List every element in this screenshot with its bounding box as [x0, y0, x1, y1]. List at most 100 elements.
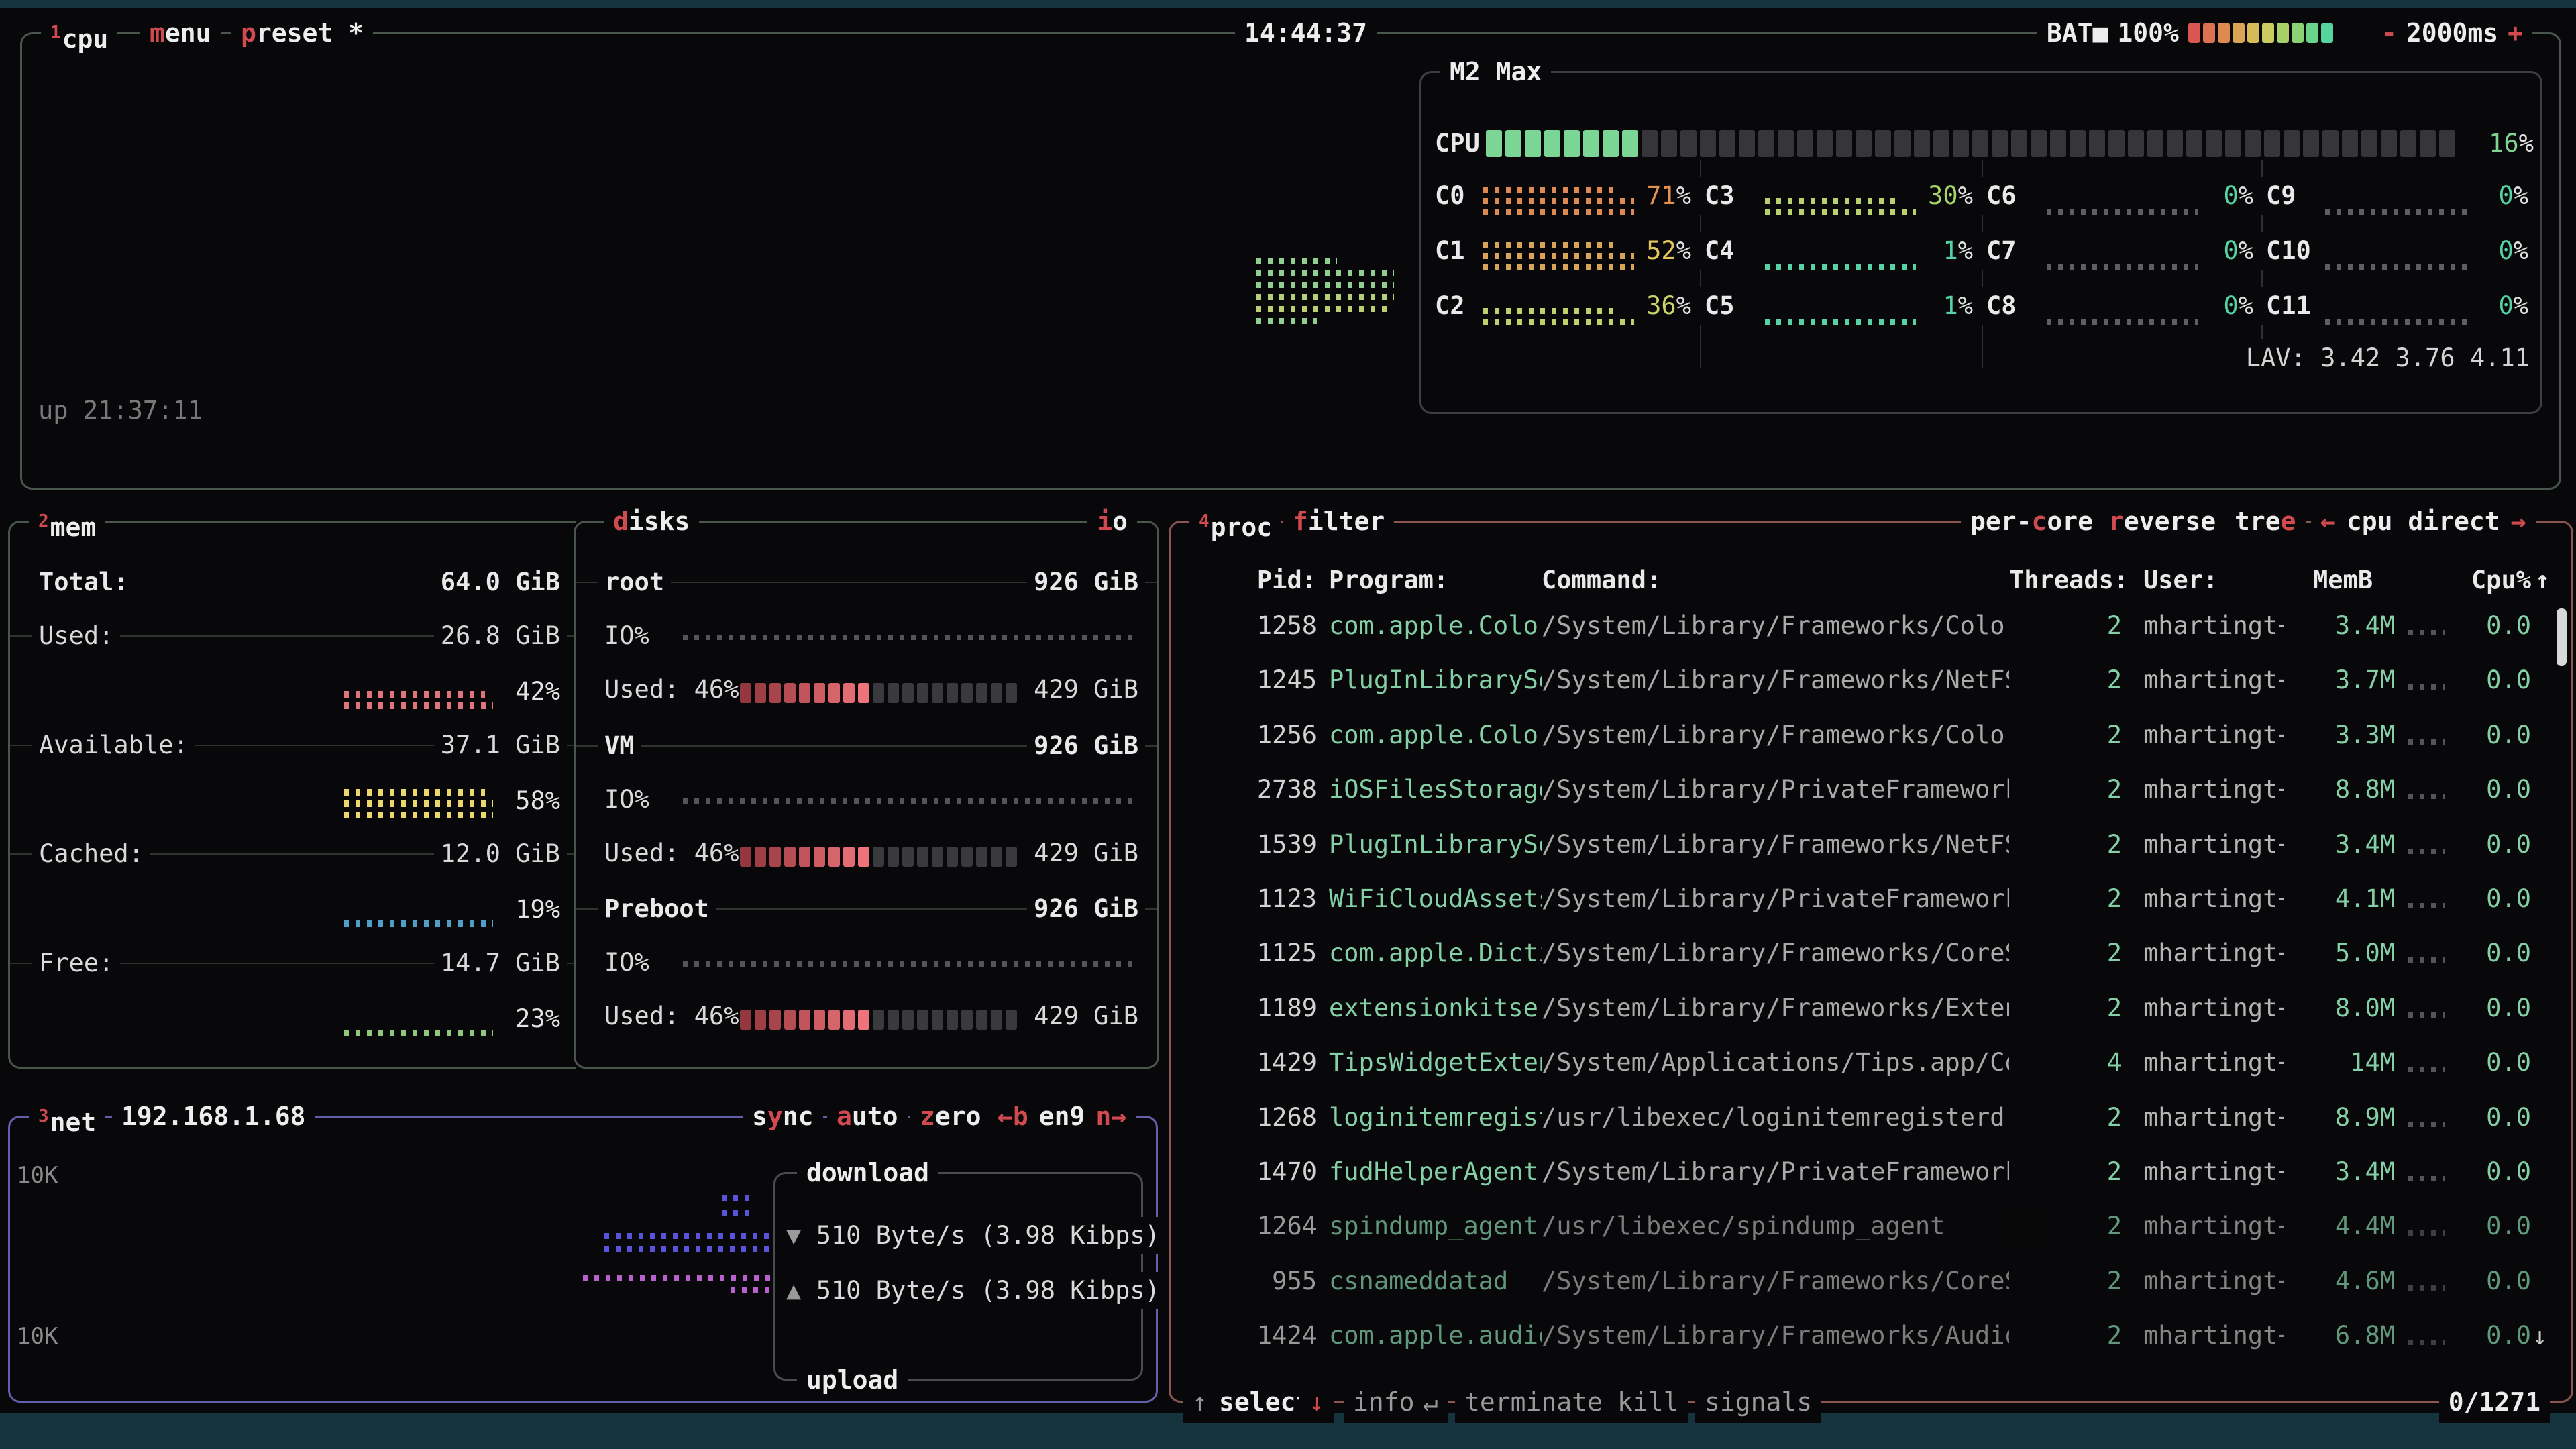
process-row[interactable]: 1256com.apple.ColorS/System/Library/Fram… — [1171, 716, 2571, 754]
upload-title: upload — [797, 1359, 908, 1401]
info-enter-icon: ↵ — [1413, 1381, 1448, 1423]
proc-mem: 3.4M — [2284, 607, 2395, 645]
graph-dots — [1765, 198, 1896, 204]
net-sync-button[interactable]: sync — [743, 1095, 823, 1137]
disk-meter-block — [917, 683, 928, 703]
disk-meter-block — [873, 847, 884, 867]
graph-dots — [344, 812, 498, 818]
core-label: C5 — [1698, 287, 1741, 325]
disk-meter-block — [976, 1010, 987, 1030]
select-down-button[interactable]: ↓ — [1299, 1381, 1334, 1423]
proc-tree-button[interactable]: tree — [2225, 500, 2306, 542]
tab-mem[interactable]: 2mem — [29, 500, 105, 542]
disk-meter-block — [932, 1010, 943, 1030]
disk-io-label: IO% — [598, 781, 656, 818]
mem-stat-percent: 58% — [493, 782, 567, 820]
core-usage: 0% — [2200, 287, 2253, 325]
proc-mem: 4.6M — [2284, 1263, 2395, 1300]
process-row[interactable]: 1268loginitemregiste/usr/libexec/loginit… — [1171, 1099, 2571, 1136]
process-row[interactable]: 1258com.apple.ColorS/System/Library/Fram… — [1171, 607, 2571, 645]
process-row[interactable]: 1245PlugInLibrarySer/System/Library/Fram… — [1171, 661, 2571, 699]
proc-percore-button[interactable]: per-core — [1961, 500, 2102, 542]
proc-threads: 2 — [2009, 661, 2122, 699]
disk-meter-block — [888, 1010, 899, 1030]
process-row[interactable]: 1539PlugInLibrarySer/System/Library/Fram… — [1171, 826, 2571, 863]
proc-pid: 1245 — [1196, 661, 1317, 699]
proc-cpu: 0.0 — [2445, 607, 2531, 645]
upload-arrow-icon: ▲ — [786, 1276, 801, 1305]
proc-user: mhartingt+ — [2143, 661, 2293, 699]
proc-scrollbar[interactable] — [2557, 608, 2567, 666]
proc-pid: 1123 — [1196, 880, 1317, 918]
graph-dots — [1483, 209, 1634, 215]
sort-column-label: cpu direct — [2347, 500, 2500, 542]
io-mode-button[interactable]: io — [1087, 500, 1137, 542]
graph-dots — [604, 1246, 769, 1252]
process-row[interactable]: 2738iOSFilesStorageE/System/Library/Priv… — [1171, 771, 2571, 808]
disk-meter-block — [740, 1010, 751, 1030]
net-zero-button[interactable]: zero — [910, 1095, 991, 1137]
disk-name: Preboot — [598, 890, 716, 928]
process-row[interactable]: 1125com.apple.Dictio/System/Library/Fram… — [1171, 934, 2571, 972]
iface-next-button[interactable]: n→ — [1095, 1095, 1126, 1137]
proc-mem: 3.4M — [2284, 1153, 2395, 1191]
interval-increase-button[interactable]: + — [2508, 12, 2523, 54]
core-graph — [1483, 236, 1634, 270]
tab-net[interactable]: 3net — [29, 1095, 105, 1137]
proc-program: iOSFilesStorageE — [1329, 771, 1568, 808]
graph-dots — [344, 1030, 498, 1036]
disk-used-label: Used: 46% — [598, 998, 745, 1035]
disk-meter-block — [858, 1010, 869, 1030]
process-row[interactable]: 1424com.apple.audio./System/Library/Fram… — [1171, 1317, 2571, 1354]
cpu-model-title: M2 Max — [1440, 51, 1551, 93]
process-row[interactable]: 955csnameddatad/System/Library/Framework… — [1171, 1263, 2571, 1300]
disk-meter-block — [976, 683, 987, 703]
disk-meter-block — [873, 683, 884, 703]
tab-cpu[interactable]: 1cpu — [41, 12, 117, 54]
battery-block — [2218, 23, 2230, 43]
proc-mem: 8.0M — [2284, 989, 2395, 1027]
proc-threads: 2 — [2009, 880, 2122, 918]
disk-meter-block — [902, 847, 914, 867]
kill-button[interactable]: kill — [1608, 1381, 1688, 1423]
proc-user: mhartingt+ — [2143, 771, 2293, 808]
disk-meter-block — [799, 847, 810, 867]
signals-button[interactable]: signals — [1695, 1381, 1821, 1423]
battery-block — [2306, 23, 2318, 43]
uptime-label: up 21:37:11 — [38, 396, 203, 425]
core-graph — [2325, 236, 2473, 270]
proc-reverse-button[interactable]: reverse — [2099, 500, 2225, 542]
proc-filter-button[interactable]: filter — [1283, 500, 1394, 542]
info-button[interactable]: info — [1344, 1381, 1424, 1423]
mem-stat-percent: 23% — [493, 1000, 567, 1038]
net-auto-button[interactable]: auto — [827, 1095, 908, 1137]
proc-mem: 3.7M — [2284, 661, 2395, 699]
proc-program: loginitemregiste — [1329, 1099, 1568, 1136]
interval-decrease-button[interactable]: - — [2381, 12, 2397, 54]
proc-pid: 955 — [1196, 1263, 1317, 1300]
tab-disks[interactable]: disks — [604, 500, 699, 542]
disk-meter-block — [799, 683, 810, 703]
proc-count: 0/1271 — [2439, 1381, 2550, 1423]
iface-prev-button[interactable]: ←b — [998, 1095, 1028, 1137]
sort-next-button[interactable]: → — [2511, 500, 2526, 542]
disk-meter-block — [784, 847, 796, 867]
process-row[interactable]: 1429TipsWidgetExtens/System/Applications… — [1171, 1044, 2571, 1081]
graph-dots — [2325, 209, 2473, 215]
preset-button[interactable]: preset * — [231, 12, 373, 54]
disk-meter-block — [961, 847, 973, 867]
process-row[interactable]: 1189extensionkitserv/System/Library/Fram… — [1171, 989, 2571, 1027]
process-row[interactable]: 1264spindump_agent/usr/libexec/spindump_… — [1171, 1208, 2571, 1245]
tab-proc[interactable]: 4proc — [1189, 500, 1281, 542]
terminate-button[interactable]: terminate — [1455, 1381, 1612, 1423]
scroll-more-icon[interactable]: ↓ — [2532, 1318, 2547, 1355]
mem-stat-percent: 19% — [493, 891, 567, 928]
process-row[interactable]: 1470fudHelperAgent/System/Library/Privat… — [1171, 1153, 2571, 1191]
process-row[interactable]: 1123WiFiCloudAssetsX/System/Library/Priv… — [1171, 880, 2571, 918]
disk-meter-block — [814, 847, 825, 867]
disk-meter-block — [858, 847, 869, 867]
menu-button[interactable]: menu — [140, 12, 221, 54]
proc-cpu: 0.0 — [2445, 1153, 2531, 1191]
sort-prev-button[interactable]: ← — [2320, 500, 2336, 542]
core-graph — [2047, 236, 2198, 270]
